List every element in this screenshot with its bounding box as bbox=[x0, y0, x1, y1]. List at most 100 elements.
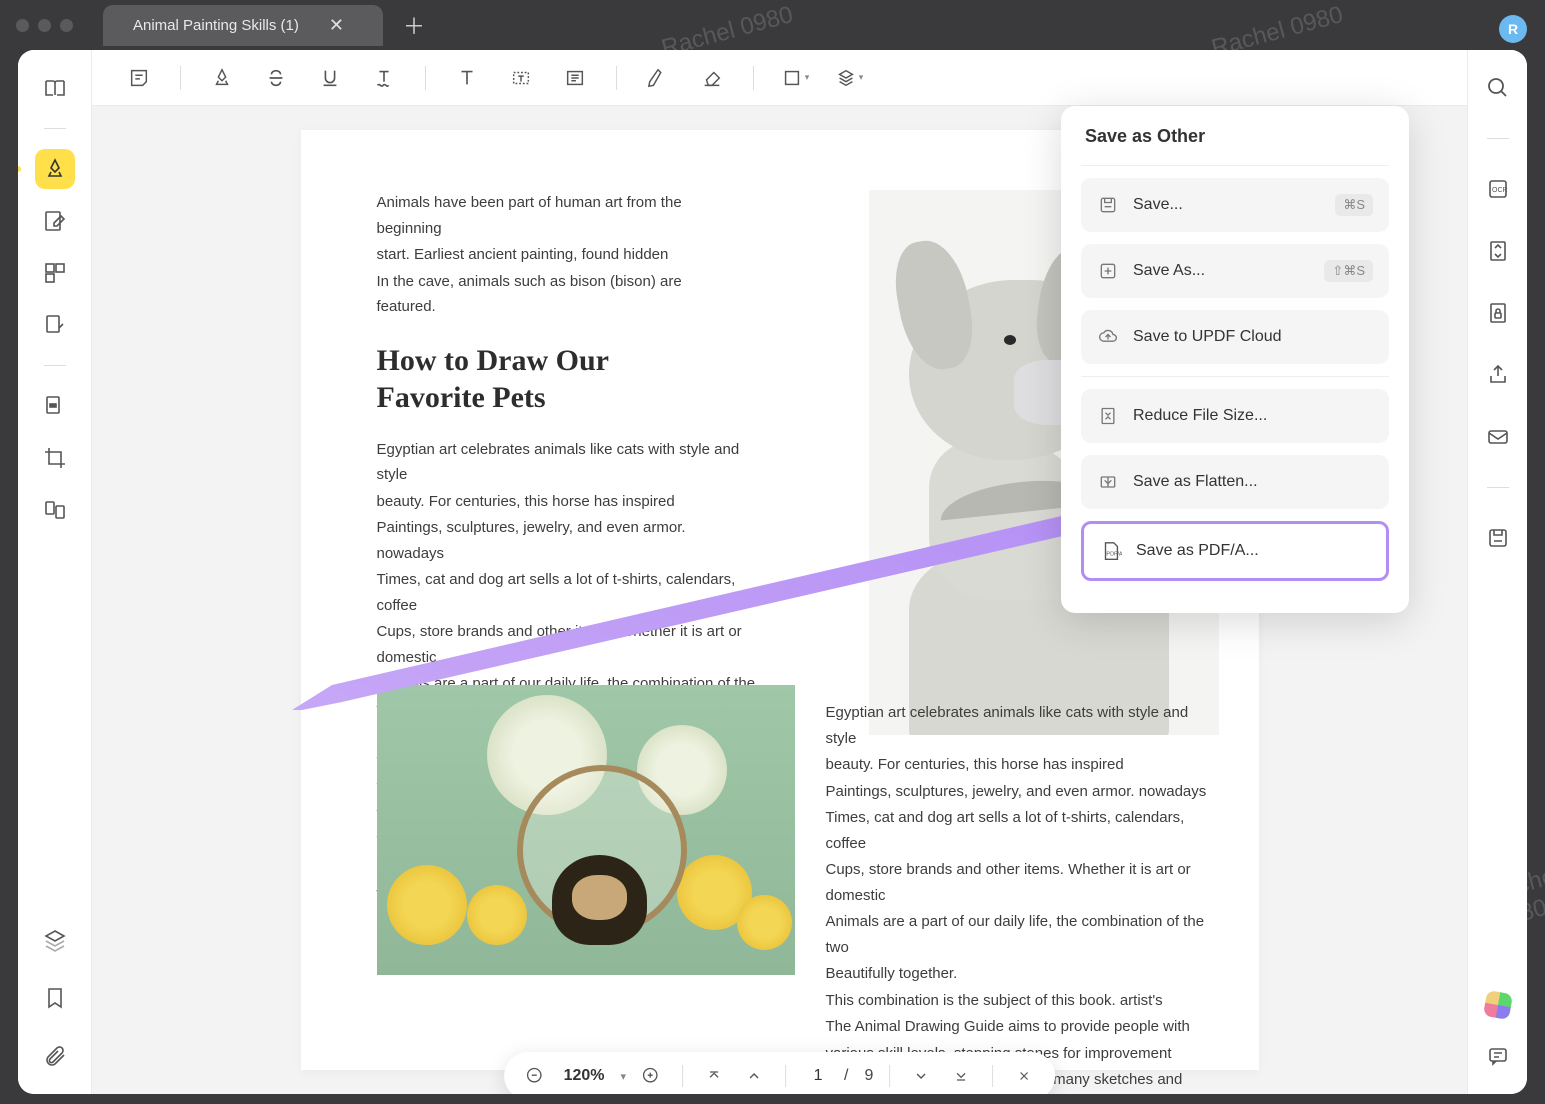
underline-icon bbox=[319, 67, 341, 89]
chevron-down-icon bbox=[913, 1068, 929, 1084]
shape-icon bbox=[781, 67, 803, 89]
squiggly-icon bbox=[373, 67, 395, 89]
ocr-icon: OCR bbox=[1486, 177, 1510, 201]
last-page-button[interactable] bbox=[946, 1061, 976, 1091]
shortcut-label: ⌘S bbox=[1335, 194, 1373, 216]
squiggly-button[interactable] bbox=[361, 58, 407, 98]
compress-icon bbox=[1097, 405, 1119, 427]
stamp-button[interactable]: ▾ bbox=[826, 58, 872, 98]
layers-button[interactable] bbox=[35, 920, 75, 960]
eraser-icon bbox=[701, 67, 723, 89]
save-as-pdfa-button[interactable]: PDF/A Save as PDF/A... bbox=[1081, 521, 1389, 581]
redact-button[interactable] bbox=[35, 386, 75, 426]
search-icon bbox=[1486, 76, 1510, 100]
strikethrough-button[interactable] bbox=[253, 58, 299, 98]
pencil-button[interactable] bbox=[635, 58, 681, 98]
layers-icon bbox=[43, 928, 67, 952]
highlighter-icon bbox=[211, 67, 233, 89]
prev-page-button[interactable] bbox=[739, 1061, 769, 1091]
intro-paragraph: Animals have been part of human art from… bbox=[377, 190, 727, 320]
attachments-button[interactable] bbox=[35, 1036, 75, 1076]
compare-button[interactable] bbox=[35, 490, 75, 530]
comments-panel-button[interactable] bbox=[1478, 1036, 1518, 1076]
typewriter-icon bbox=[564, 67, 586, 89]
search-button[interactable] bbox=[1478, 68, 1518, 108]
chevron-down-icon: ▾ bbox=[805, 72, 810, 83]
reader-mode-button[interactable] bbox=[35, 68, 75, 108]
new-tab-button[interactable]: ＋ bbox=[403, 9, 425, 41]
convert-button[interactable] bbox=[1478, 231, 1518, 271]
svg-text:PDF/A: PDF/A bbox=[1106, 552, 1122, 558]
document-tab[interactable]: Animal Painting Skills (1) ✕ bbox=[103, 5, 383, 46]
window-controls bbox=[16, 19, 73, 32]
zoom-in-button[interactable] bbox=[636, 1061, 666, 1091]
underline-button[interactable] bbox=[307, 58, 353, 98]
text-box-button[interactable] bbox=[498, 58, 544, 98]
next-page-button[interactable] bbox=[906, 1061, 936, 1091]
edit-text-icon bbox=[43, 209, 67, 233]
edit-pdf-button[interactable] bbox=[35, 201, 75, 241]
page-number-input[interactable] bbox=[802, 1067, 834, 1085]
sticky-note-button[interactable] bbox=[116, 58, 162, 98]
close-icon bbox=[1017, 1069, 1031, 1083]
text-icon bbox=[456, 67, 478, 89]
minimize-window-icon[interactable] bbox=[38, 19, 51, 32]
bookmarks-button[interactable] bbox=[35, 978, 75, 1018]
compare-icon bbox=[43, 498, 67, 522]
share-icon bbox=[1486, 363, 1510, 387]
ocr-button[interactable]: OCR bbox=[1478, 169, 1518, 209]
pencil-icon bbox=[647, 67, 669, 89]
floppy-icon bbox=[1486, 526, 1510, 550]
close-window-icon[interactable] bbox=[16, 19, 29, 32]
page-separator: / bbox=[844, 1067, 848, 1085]
body-paragraph-2: Egyptian art celebrates animals like cat… bbox=[826, 700, 1216, 1094]
text-box-icon bbox=[510, 67, 532, 89]
save-as-button[interactable]: Save As... ⇧⌘S bbox=[1081, 244, 1389, 298]
chevron-down-icon: ▾ bbox=[859, 72, 864, 83]
page-heading: How to Draw Our Favorite Pets bbox=[377, 342, 697, 417]
shape-button[interactable]: ▾ bbox=[772, 58, 818, 98]
save-as-flatten-button[interactable]: Save as Flatten... bbox=[1081, 455, 1389, 509]
save-button[interactable]: Save... ⌘S bbox=[1081, 178, 1389, 232]
cloud-upload-icon bbox=[1097, 326, 1119, 348]
signature-icon bbox=[43, 313, 67, 337]
eraser-button[interactable] bbox=[689, 58, 735, 98]
user-avatar[interactable]: R bbox=[1499, 15, 1527, 43]
reduce-file-size-button[interactable]: Reduce File Size... bbox=[1081, 389, 1389, 443]
comment-mode-button[interactable] bbox=[35, 149, 75, 189]
flatten-label: Save as Flatten... bbox=[1133, 473, 1258, 491]
annotation-toolbar: ▾ ▾ bbox=[92, 50, 1467, 106]
zoom-out-button[interactable] bbox=[520, 1061, 550, 1091]
save-other-button[interactable] bbox=[1478, 518, 1518, 558]
panel-title: Save as Other bbox=[1081, 126, 1389, 147]
save-label: Save... bbox=[1133, 196, 1183, 214]
crop-button[interactable] bbox=[35, 438, 75, 478]
chevron-up-icon bbox=[746, 1068, 762, 1084]
close-bar-button[interactable] bbox=[1009, 1061, 1039, 1091]
protect-button[interactable] bbox=[1478, 293, 1518, 333]
save-cloud-label: Save to UPDF Cloud bbox=[1133, 328, 1282, 346]
sticky-note-icon bbox=[128, 67, 150, 89]
maximize-window-icon[interactable] bbox=[60, 19, 73, 32]
redact-icon bbox=[43, 394, 67, 418]
flatten-icon bbox=[1097, 471, 1119, 493]
updf-logo-icon[interactable] bbox=[1482, 990, 1512, 1020]
first-page-button[interactable] bbox=[699, 1061, 729, 1091]
flower-dog-image bbox=[377, 685, 795, 975]
highlight-button[interactable] bbox=[199, 58, 245, 98]
organize-pages-button[interactable] bbox=[35, 253, 75, 293]
svg-text:OCR: OCR bbox=[1492, 187, 1508, 194]
save-to-cloud-button[interactable]: Save to UPDF Cloud bbox=[1081, 310, 1389, 364]
close-tab-icon[interactable]: ✕ bbox=[329, 15, 344, 36]
email-button[interactable] bbox=[1478, 417, 1518, 457]
fill-sign-button[interactable] bbox=[35, 305, 75, 345]
comment-list-icon bbox=[1486, 1044, 1510, 1068]
main-window: ▾ ▾ Animals have been part of human art … bbox=[18, 50, 1527, 1094]
text-comment-button[interactable] bbox=[444, 58, 490, 98]
save-as-label: Save As... bbox=[1133, 262, 1205, 280]
share-button[interactable] bbox=[1478, 355, 1518, 395]
titlebar: Animal Painting Skills (1) ✕ ＋ R bbox=[0, 0, 1545, 50]
zoom-dropdown-icon[interactable]: ▾ bbox=[621, 1070, 627, 1083]
pdfa-label: Save as PDF/A... bbox=[1136, 542, 1259, 560]
typewriter-button[interactable] bbox=[552, 58, 598, 98]
